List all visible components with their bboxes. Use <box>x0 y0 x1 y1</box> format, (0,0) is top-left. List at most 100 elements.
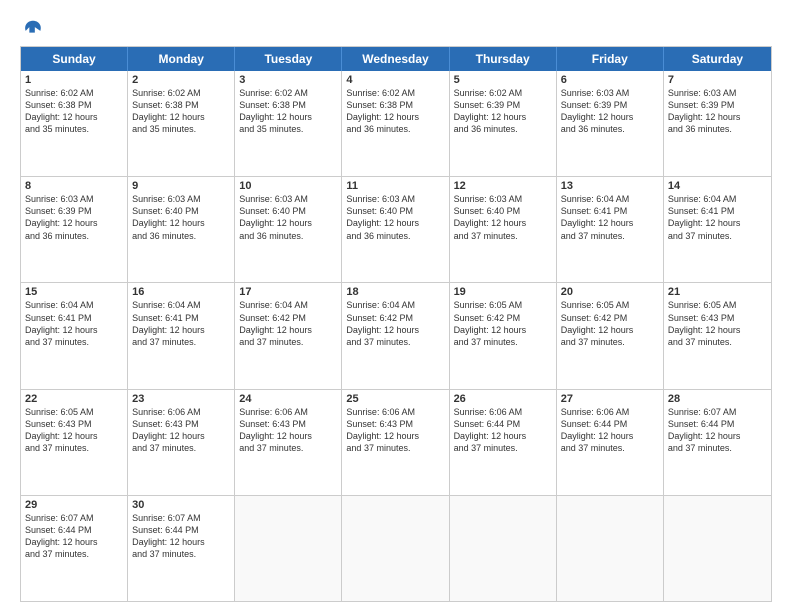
header-day-monday: Monday <box>128 47 235 71</box>
calendar-day-18: 18Sunrise: 6:04 AM Sunset: 6:42 PM Dayli… <box>342 283 449 388</box>
day-info: Sunrise: 6:04 AM Sunset: 6:42 PM Dayligh… <box>239 299 337 348</box>
calendar-empty-cell <box>342 496 449 601</box>
day-info: Sunrise: 6:05 AM Sunset: 6:42 PM Dayligh… <box>561 299 659 348</box>
day-number: 6 <box>561 74 659 86</box>
day-number: 7 <box>668 74 767 86</box>
header-day-saturday: Saturday <box>664 47 771 71</box>
day-info: Sunrise: 6:03 AM Sunset: 6:39 PM Dayligh… <box>561 87 659 136</box>
day-number: 15 <box>25 286 123 298</box>
calendar-week-5: 29Sunrise: 6:07 AM Sunset: 6:44 PM Dayli… <box>21 495 771 601</box>
calendar-day-29: 29Sunrise: 6:07 AM Sunset: 6:44 PM Dayli… <box>21 496 128 601</box>
calendar-header: SundayMondayTuesdayWednesdayThursdayFrid… <box>21 47 771 71</box>
calendar-day-30: 30Sunrise: 6:07 AM Sunset: 6:44 PM Dayli… <box>128 496 235 601</box>
header-day-friday: Friday <box>557 47 664 71</box>
day-info: Sunrise: 6:05 AM Sunset: 6:42 PM Dayligh… <box>454 299 552 348</box>
day-number: 14 <box>668 180 767 192</box>
calendar-day-21: 21Sunrise: 6:05 AM Sunset: 6:43 PM Dayli… <box>664 283 771 388</box>
calendar-day-2: 2Sunrise: 6:02 AM Sunset: 6:38 PM Daylig… <box>128 71 235 176</box>
day-info: Sunrise: 6:07 AM Sunset: 6:44 PM Dayligh… <box>132 512 230 561</box>
day-info: Sunrise: 6:05 AM Sunset: 6:43 PM Dayligh… <box>25 406 123 455</box>
logo <box>20 18 44 36</box>
calendar-day-8: 8Sunrise: 6:03 AM Sunset: 6:39 PM Daylig… <box>21 177 128 282</box>
day-number: 11 <box>346 180 444 192</box>
calendar-day-7: 7Sunrise: 6:03 AM Sunset: 6:39 PM Daylig… <box>664 71 771 176</box>
day-info: Sunrise: 6:06 AM Sunset: 6:43 PM Dayligh… <box>239 406 337 455</box>
calendar-day-12: 12Sunrise: 6:03 AM Sunset: 6:40 PM Dayli… <box>450 177 557 282</box>
day-number: 18 <box>346 286 444 298</box>
day-info: Sunrise: 6:04 AM Sunset: 6:41 PM Dayligh… <box>668 193 767 242</box>
calendar-day-24: 24Sunrise: 6:06 AM Sunset: 6:43 PM Dayli… <box>235 390 342 495</box>
calendar-day-4: 4Sunrise: 6:02 AM Sunset: 6:38 PM Daylig… <box>342 71 449 176</box>
page: SundayMondayTuesdayWednesdayThursdayFrid… <box>0 0 792 612</box>
day-info: Sunrise: 6:05 AM Sunset: 6:43 PM Dayligh… <box>668 299 767 348</box>
day-number: 30 <box>132 499 230 511</box>
day-info: Sunrise: 6:02 AM Sunset: 6:38 PM Dayligh… <box>25 87 123 136</box>
day-number: 21 <box>668 286 767 298</box>
calendar-empty-cell <box>450 496 557 601</box>
logo-icon <box>22 18 44 40</box>
day-info: Sunrise: 6:07 AM Sunset: 6:44 PM Dayligh… <box>668 406 767 455</box>
day-info: Sunrise: 6:02 AM Sunset: 6:38 PM Dayligh… <box>239 87 337 136</box>
day-number: 13 <box>561 180 659 192</box>
day-number: 3 <box>239 74 337 86</box>
calendar-day-1: 1Sunrise: 6:02 AM Sunset: 6:38 PM Daylig… <box>21 71 128 176</box>
day-number: 29 <box>25 499 123 511</box>
calendar-week-1: 1Sunrise: 6:02 AM Sunset: 6:38 PM Daylig… <box>21 71 771 176</box>
calendar-day-28: 28Sunrise: 6:07 AM Sunset: 6:44 PM Dayli… <box>664 390 771 495</box>
day-info: Sunrise: 6:07 AM Sunset: 6:44 PM Dayligh… <box>25 512 123 561</box>
calendar-day-19: 19Sunrise: 6:05 AM Sunset: 6:42 PM Dayli… <box>450 283 557 388</box>
day-number: 17 <box>239 286 337 298</box>
header-day-thursday: Thursday <box>450 47 557 71</box>
header-day-wednesday: Wednesday <box>342 47 449 71</box>
day-info: Sunrise: 6:06 AM Sunset: 6:44 PM Dayligh… <box>561 406 659 455</box>
day-number: 28 <box>668 393 767 405</box>
calendar-week-2: 8Sunrise: 6:03 AM Sunset: 6:39 PM Daylig… <box>21 176 771 282</box>
day-number: 12 <box>454 180 552 192</box>
day-number: 23 <box>132 393 230 405</box>
calendar-empty-cell <box>557 496 664 601</box>
calendar-day-10: 10Sunrise: 6:03 AM Sunset: 6:40 PM Dayli… <box>235 177 342 282</box>
day-number: 9 <box>132 180 230 192</box>
day-number: 19 <box>454 286 552 298</box>
calendar-day-6: 6Sunrise: 6:03 AM Sunset: 6:39 PM Daylig… <box>557 71 664 176</box>
calendar-day-17: 17Sunrise: 6:04 AM Sunset: 6:42 PM Dayli… <box>235 283 342 388</box>
calendar-body: 1Sunrise: 6:02 AM Sunset: 6:38 PM Daylig… <box>21 71 771 601</box>
day-info: Sunrise: 6:02 AM Sunset: 6:39 PM Dayligh… <box>454 87 552 136</box>
day-info: Sunrise: 6:03 AM Sunset: 6:40 PM Dayligh… <box>454 193 552 242</box>
day-number: 8 <box>25 180 123 192</box>
calendar-empty-cell <box>664 496 771 601</box>
day-info: Sunrise: 6:04 AM Sunset: 6:41 PM Dayligh… <box>25 299 123 348</box>
day-info: Sunrise: 6:03 AM Sunset: 6:40 PM Dayligh… <box>132 193 230 242</box>
day-number: 1 <box>25 74 123 86</box>
day-info: Sunrise: 6:06 AM Sunset: 6:43 PM Dayligh… <box>346 406 444 455</box>
day-info: Sunrise: 6:03 AM Sunset: 6:40 PM Dayligh… <box>239 193 337 242</box>
calendar-day-25: 25Sunrise: 6:06 AM Sunset: 6:43 PM Dayli… <box>342 390 449 495</box>
day-info: Sunrise: 6:06 AM Sunset: 6:43 PM Dayligh… <box>132 406 230 455</box>
day-number: 22 <box>25 393 123 405</box>
calendar-empty-cell <box>235 496 342 601</box>
day-number: 2 <box>132 74 230 86</box>
calendar-day-27: 27Sunrise: 6:06 AM Sunset: 6:44 PM Dayli… <box>557 390 664 495</box>
day-number: 27 <box>561 393 659 405</box>
day-info: Sunrise: 6:03 AM Sunset: 6:39 PM Dayligh… <box>668 87 767 136</box>
calendar: SundayMondayTuesdayWednesdayThursdayFrid… <box>20 46 772 602</box>
calendar-day-13: 13Sunrise: 6:04 AM Sunset: 6:41 PM Dayli… <box>557 177 664 282</box>
day-info: Sunrise: 6:04 AM Sunset: 6:41 PM Dayligh… <box>561 193 659 242</box>
day-number: 10 <box>239 180 337 192</box>
day-info: Sunrise: 6:06 AM Sunset: 6:44 PM Dayligh… <box>454 406 552 455</box>
day-info: Sunrise: 6:04 AM Sunset: 6:42 PM Dayligh… <box>346 299 444 348</box>
day-number: 20 <box>561 286 659 298</box>
calendar-day-9: 9Sunrise: 6:03 AM Sunset: 6:40 PM Daylig… <box>128 177 235 282</box>
day-number: 25 <box>346 393 444 405</box>
calendar-day-14: 14Sunrise: 6:04 AM Sunset: 6:41 PM Dayli… <box>664 177 771 282</box>
day-number: 5 <box>454 74 552 86</box>
calendar-week-4: 22Sunrise: 6:05 AM Sunset: 6:43 PM Dayli… <box>21 389 771 495</box>
day-number: 26 <box>454 393 552 405</box>
calendar-day-3: 3Sunrise: 6:02 AM Sunset: 6:38 PM Daylig… <box>235 71 342 176</box>
day-number: 4 <box>346 74 444 86</box>
calendar-day-26: 26Sunrise: 6:06 AM Sunset: 6:44 PM Dayli… <box>450 390 557 495</box>
day-number: 16 <box>132 286 230 298</box>
calendar-day-23: 23Sunrise: 6:06 AM Sunset: 6:43 PM Dayli… <box>128 390 235 495</box>
day-info: Sunrise: 6:02 AM Sunset: 6:38 PM Dayligh… <box>346 87 444 136</box>
day-info: Sunrise: 6:03 AM Sunset: 6:40 PM Dayligh… <box>346 193 444 242</box>
